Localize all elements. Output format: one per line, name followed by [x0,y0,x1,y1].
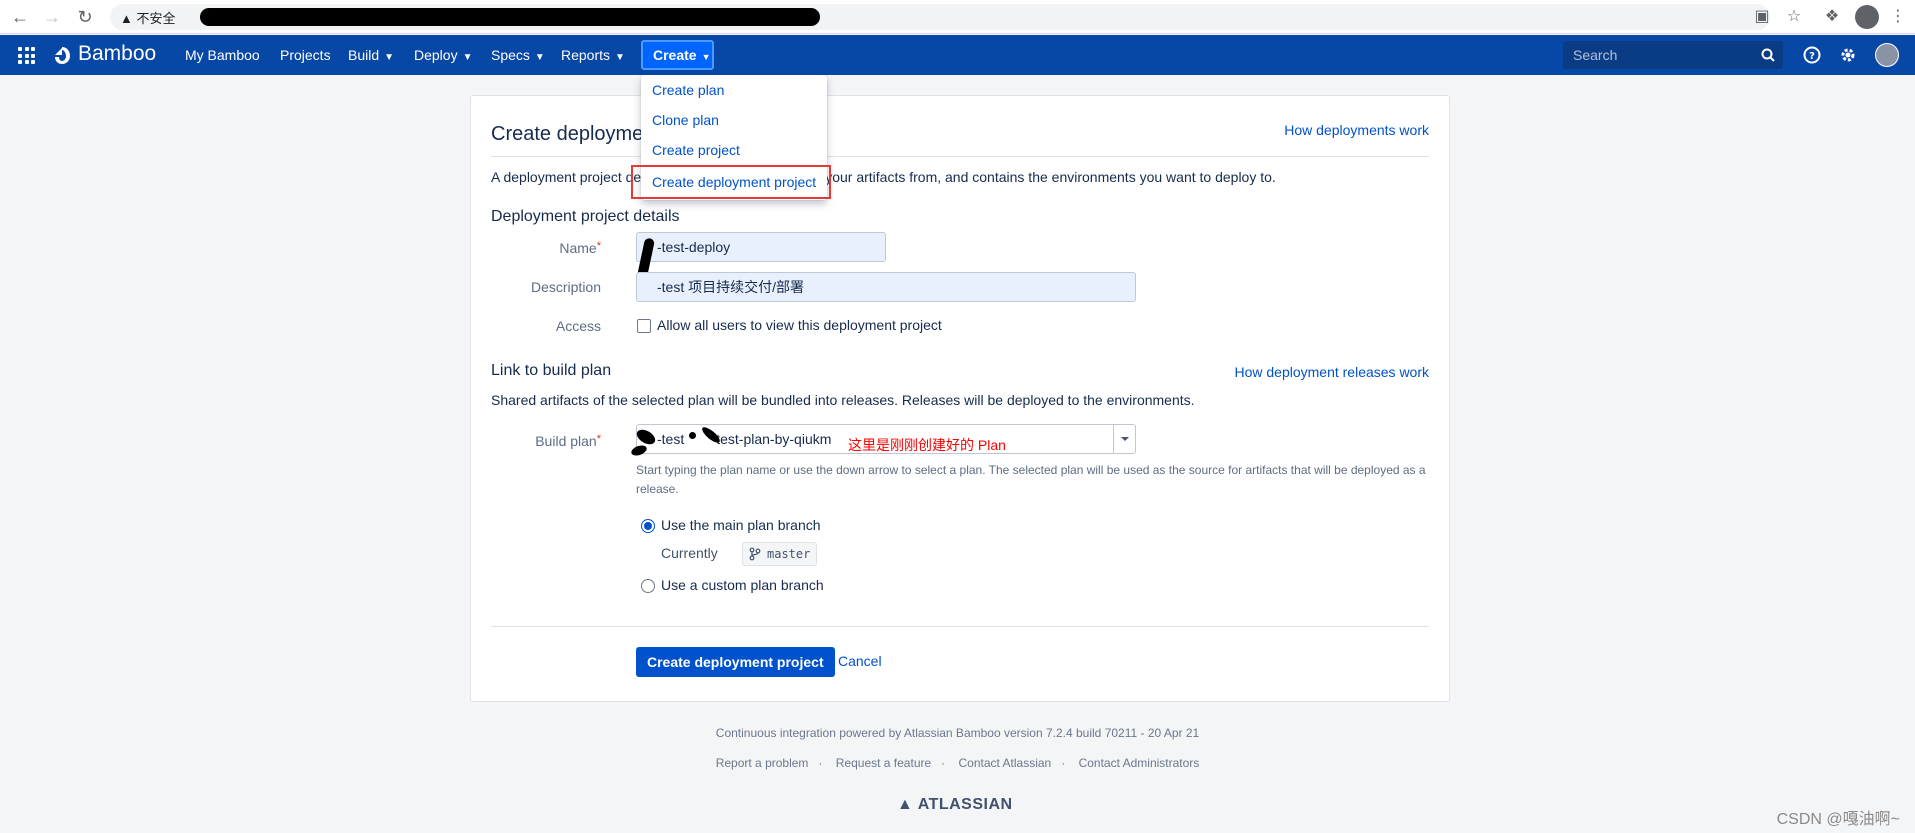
bamboo-logo-text[interactable]: Bamboo [78,42,156,66]
name-field[interactable]: -test-deploy [636,232,886,262]
create-deployment-project-button[interactable]: Create deployment project [636,647,835,677]
redaction-scribble [629,443,649,458]
use-main-branch-radio[interactable] [641,519,655,533]
contact-atlassian-link[interactable]: Contact Atlassian [959,756,1052,770]
svg-text:?: ? [1809,51,1815,62]
forward-icon[interactable]: → [42,7,62,27]
cancel-link[interactable]: Cancel [838,653,882,669]
redaction-scribble [689,432,696,439]
required-marker: * [596,433,601,445]
description-label: Description [530,279,601,295]
nav-specs[interactable]: Specs ▼ [491,35,545,75]
chevron-down-icon [1121,437,1129,441]
nav-my-bamboo[interactable]: My Bamboo [185,35,260,75]
redacted-url [200,8,820,26]
browser-toolbar: ← → ↻ ▲ 不安全 ▣ ☆ ❖ ⋮ [0,0,1915,34]
top-navigation: Bamboo My Bamboo Projects Build ▼ Deploy ▼… [0,35,1915,75]
help-icon[interactable]: ? [1803,46,1821,64]
atlassian-logo-icon: ▲ [897,796,914,813]
chevron-down-icon: ▼ [534,52,545,63]
app-switcher-icon[interactable] [18,47,35,64]
branch-icon [749,547,761,561]
required-marker: * [596,240,601,252]
allow-all-users-checkbox[interactable] [637,319,651,333]
link-description: Shared artifacts of the selected plan wi… [491,392,1195,408]
security-warning[interactable]: ▲ 不安全 [120,8,176,27]
search-icon[interactable] [1761,48,1775,62]
search-input[interactable]: Search [1563,41,1783,69]
how-deployment-releases-work-link[interactable]: How deployment releases work [1234,364,1429,380]
name-label: Name* [559,240,601,256]
access-label: Access [555,318,601,334]
use-custom-branch-radio[interactable] [641,579,655,593]
description-field[interactable]: -test 项目持续交付/部署 [636,272,1136,302]
create-menu: Create plan Clone plan Create project Cr… [631,75,831,200]
branch-badge: master [742,542,818,566]
build-plan-help: Start typing the plan name or use the do… [636,463,1426,496]
how-deployments-work-link[interactable]: How deployments work [1284,122,1429,138]
back-icon[interactable]: ← [10,7,30,27]
menu-item-clone-plan[interactable]: Clone plan [641,105,827,135]
extensions-icon[interactable]: ❖ [1822,7,1842,27]
page-description: A deployment project de your artifacts fr… [491,169,1276,185]
bamboo-logo-icon[interactable] [53,45,71,65]
warning-icon: ▲ [120,11,133,26]
menu-icon[interactable]: ⋮ [1888,7,1908,27]
footer-links: Report a problem · Request a feature · Con… [715,756,1200,770]
currently-label: Currently [661,545,718,561]
translate-icon[interactable]: ▣ [1752,7,1772,27]
chevron-down-icon: ▼ [615,52,625,63]
chevron-down-icon: ▼ [384,52,395,63]
divider [491,156,1429,157]
report-problem-link[interactable]: Report a problem [716,756,809,770]
reload-icon[interactable]: ↻ [75,7,95,27]
build-plan-label: Build plan* [535,433,601,449]
profile-icon[interactable] [1855,5,1879,29]
atlassian-logo[interactable]: ▲ ATLASSIAN [897,796,1013,814]
avatar[interactable] [1875,43,1899,67]
nav-reports[interactable]: Reports ▼ [561,35,625,75]
divider [491,626,1429,627]
watermark: CSDN @嘎油啊~ [1776,811,1900,828]
details-heading: Deployment project details [491,208,680,225]
contact-admins-link[interactable]: Contact Administrators [1079,756,1200,770]
request-feature-link[interactable]: Request a feature [836,756,931,770]
link-heading: Link to build plan [491,362,612,379]
chevron-down-icon: ▼ [462,52,473,63]
create-button[interactable]: Create ▼ [641,40,714,70]
menu-item-create-plan[interactable]: Create plan [641,75,827,105]
settings-icon[interactable] [1839,46,1857,64]
star-icon[interactable]: ☆ [1784,7,1804,27]
allow-all-users-label[interactable]: Allow all users to view this deployment … [657,317,942,333]
footer-powered: Continuous integration powered by Atlass… [715,726,1200,740]
nav-projects[interactable]: Projects [280,35,331,75]
address-bar[interactable]: ▲ 不安全 [110,4,1770,30]
menu-item-create-deployment-project[interactable]: Create deployment project [631,165,831,199]
chevron-down-icon: ▼ [701,52,711,62]
nav-build[interactable]: Build ▼ [348,35,394,75]
create-deployment-panel: Create deployme How deployments work A d… [470,95,1450,702]
use-custom-branch-label[interactable]: Use a custom plan branch [661,577,824,593]
use-main-branch-label[interactable]: Use the main plan branch [661,517,821,533]
annotation-text: 这里是刚刚创建好的 Plan [848,437,1006,453]
menu-item-create-project[interactable]: Create project [641,135,827,165]
page-title: Create deployme [491,123,644,145]
nav-deploy[interactable]: Deploy ▼ [414,35,473,75]
build-plan-dropdown-button[interactable] [1113,425,1135,453]
